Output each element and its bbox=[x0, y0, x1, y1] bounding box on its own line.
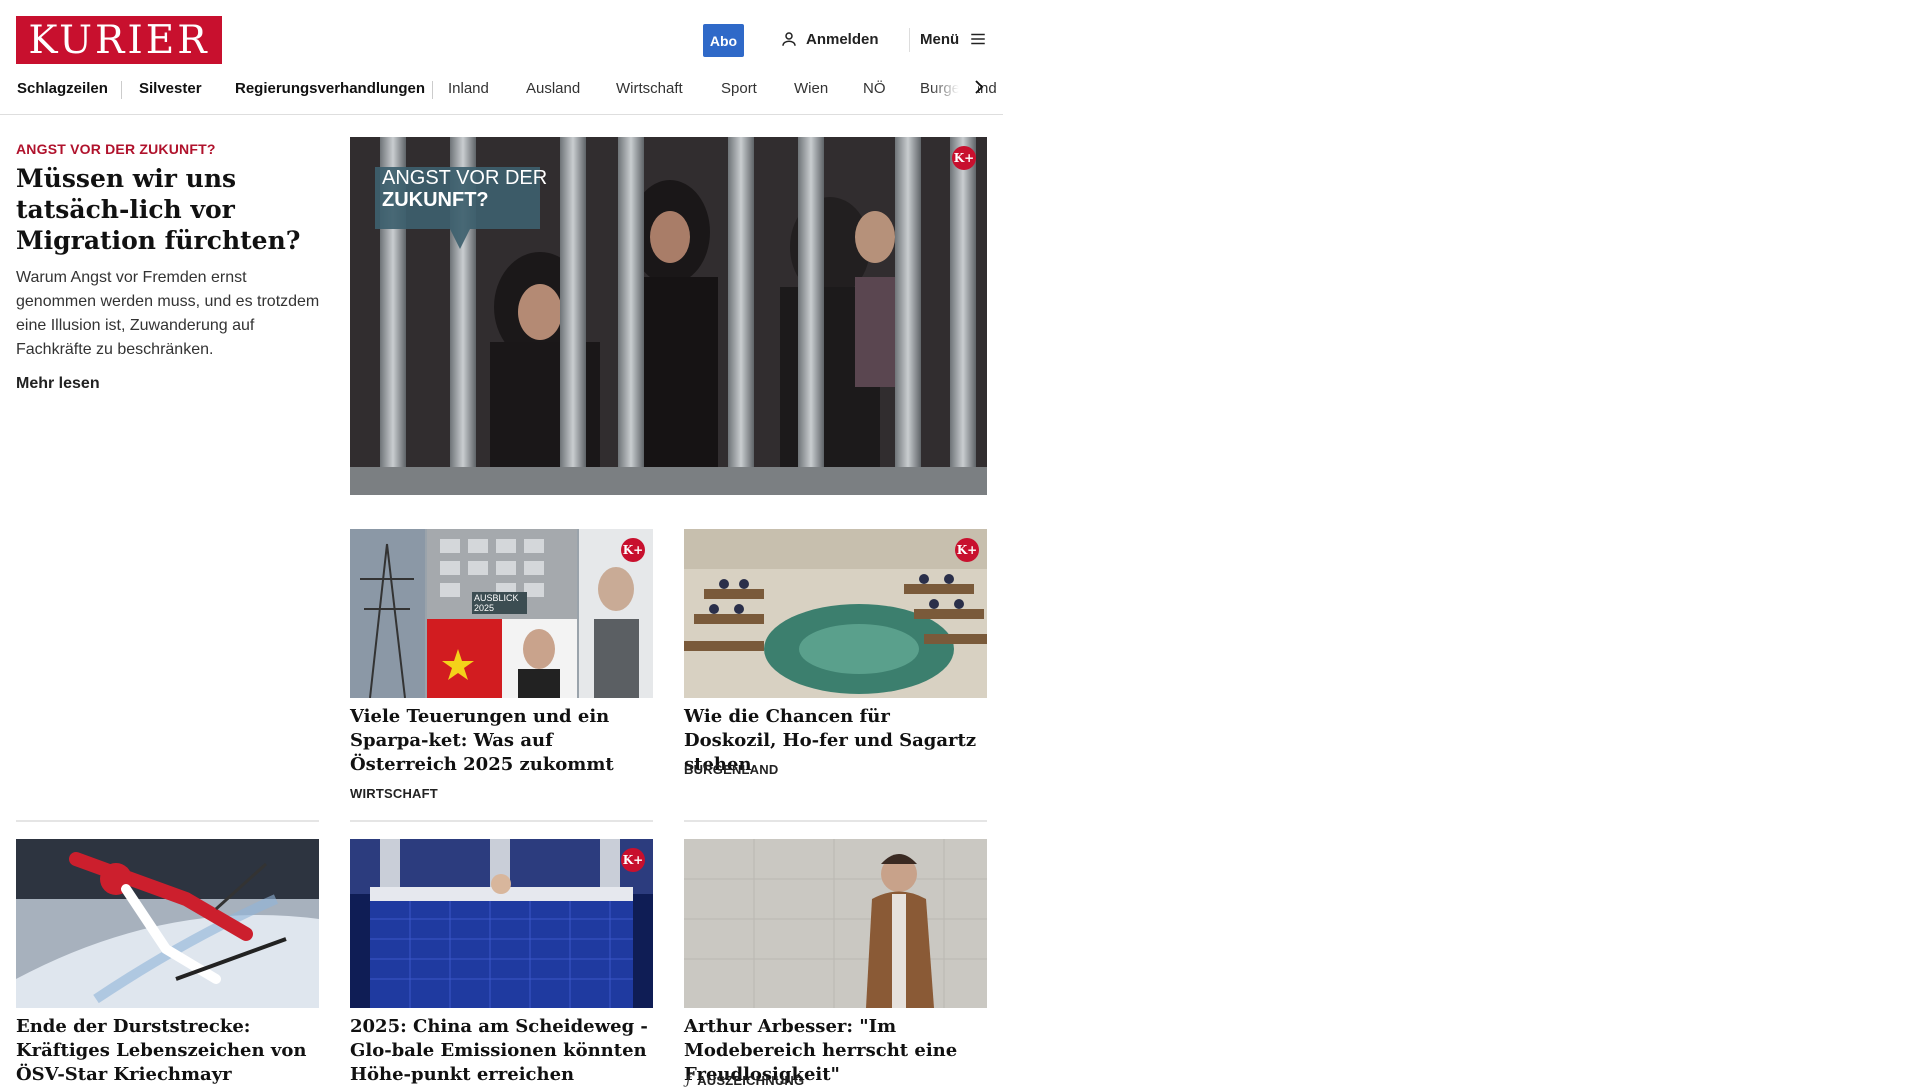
skier-photo bbox=[16, 839, 319, 1008]
hamburger-icon bbox=[971, 33, 985, 45]
row-divider bbox=[350, 820, 653, 822]
header-divider bbox=[909, 28, 910, 52]
chevron-right-icon[interactable] bbox=[970, 78, 988, 96]
lead-image-caption-line2: ZUKUNFT? bbox=[382, 189, 489, 211]
card-title-ski[interactable]: Ende der Durststrecke: Kräftiges Lebensz… bbox=[16, 1015, 319, 1087]
row-divider bbox=[16, 820, 319, 822]
card-image-ski[interactable] bbox=[16, 839, 319, 1008]
card-title-economy[interactable]: Viele Teuerungen und ein Sparpa-ket: Was… bbox=[350, 705, 653, 777]
read-more-link[interactable]: Mehr lesen bbox=[16, 375, 100, 393]
lead-headline[interactable]: Müssen wir uns tatsäch-lich vor Migratio… bbox=[16, 163, 321, 256]
card-category-auszeichnung-row[interactable]: ƒ AUSZEICHNUNG bbox=[686, 1072, 804, 1088]
card-image-economy[interactable]: AUSBLICK 2025 K+ bbox=[350, 529, 653, 698]
card-category-burgenland[interactable]: BURGENLAND bbox=[684, 762, 778, 777]
login-link[interactable]: Anmelden bbox=[780, 30, 879, 48]
kplus-badge-icon: K+ bbox=[952, 146, 976, 170]
nav-divider bbox=[121, 81, 122, 99]
solar-panel-photo bbox=[350, 839, 653, 1008]
nav-item-sport[interactable]: Sport bbox=[721, 80, 757, 97]
nav-item-schlagzeilen[interactable]: Schlagzeilen bbox=[17, 80, 108, 97]
card-category-wirtschaft[interactable]: WIRTSCHAFT bbox=[350, 786, 438, 801]
card-image-burgenland[interactable]: K+ bbox=[684, 529, 987, 698]
login-label: Anmelden bbox=[806, 30, 879, 48]
nav-divider bbox=[432, 81, 433, 99]
abo-button[interactable]: Abo bbox=[703, 24, 744, 57]
page: KURIER Abo Anmelden Menü Schlagzeilen Si… bbox=[0, 0, 1920, 1088]
lead-kicker: ANGST VOR DER ZUKUNFT? bbox=[16, 141, 216, 157]
nav-item-noe[interactable]: NÖ bbox=[863, 80, 886, 97]
ausblick-badge: AUSBLICK 2025 bbox=[474, 593, 519, 613]
parliament-photo bbox=[684, 529, 987, 698]
nav-item-wirtschaft[interactable]: Wirtschaft bbox=[616, 80, 683, 97]
lead-image[interactable]: ANGST VOR DER ZUKUNFT? K+ bbox=[350, 137, 987, 495]
row-divider bbox=[684, 820, 987, 822]
kplus-badge-icon: K+ bbox=[955, 538, 979, 562]
lead-image-caption: ANGST VOR DER ZUKUNFT? bbox=[382, 167, 547, 211]
lead-image-caption-line1: ANGST VOR DER bbox=[382, 167, 548, 189]
site-header: KURIER Abo Anmelden Menü Schlagzeilen Si… bbox=[0, 0, 1003, 115]
nav-item-regierungsverhandlungen[interactable]: Regierungsverhandlungen bbox=[235, 80, 425, 97]
card-image-china[interactable]: K+ bbox=[350, 839, 653, 1008]
menu-label: Menü bbox=[920, 30, 960, 48]
feather-icon: ƒ bbox=[686, 1072, 692, 1088]
nav-item-ausland[interactable]: Ausland bbox=[526, 80, 580, 97]
nav-item-inland[interactable]: Inland bbox=[448, 80, 489, 97]
lead-teaser: Warum Angst vor Fremden ernst genommen w… bbox=[16, 269, 320, 358]
user-icon bbox=[782, 32, 796, 46]
section-nav: Schlagzeilen Silvester Regierungsverhand… bbox=[0, 72, 1003, 102]
nav-item-silvester[interactable]: Silvester bbox=[139, 80, 202, 97]
economy-collage bbox=[350, 529, 653, 698]
portrait-photo bbox=[684, 839, 987, 1008]
menu-button[interactable]: Menü bbox=[920, 30, 987, 48]
kurier-logo[interactable]: KURIER bbox=[16, 16, 222, 64]
card-image-arbesser[interactable] bbox=[684, 839, 987, 1008]
nav-item-wien[interactable]: Wien bbox=[794, 80, 828, 97]
card-title-china[interactable]: 2025: China am Scheideweg - Glo-bale Emi… bbox=[350, 1015, 653, 1087]
card-category-auszeichnung: AUSZEICHNUNG bbox=[697, 1072, 805, 1088]
kplus-badge-icon: K+ bbox=[621, 848, 645, 872]
kplus-badge-icon: K+ bbox=[621, 538, 645, 562]
